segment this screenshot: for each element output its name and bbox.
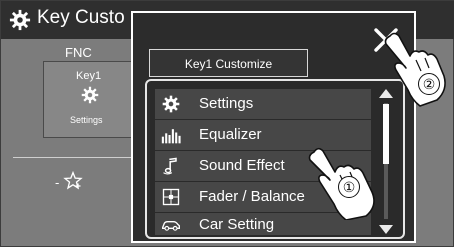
scroll-down-arrow-icon[interactable] [379,225,393,234]
fnc-label: FNC [65,45,92,60]
popup-title: Key1 Customize [149,49,308,77]
tap-hand-icon [384,32,446,107]
favorite-dash: - [55,175,60,190]
item-label: Sound Effect [199,157,285,174]
car-icon [162,221,180,231]
music-note-icon [163,157,177,175]
fader-balance-icon [162,188,180,206]
item-label: Equalizer [199,126,262,143]
item-label: Fader / Balance [199,188,305,205]
item-label: Settings [199,95,254,112]
step-2-badge: ② [418,73,440,95]
equalizer-icon [161,129,181,144]
key1-setting-label: Settings [70,115,103,125]
list-item-settings[interactable]: Settings [155,89,371,119]
page-title: Key Custo [37,7,125,28]
gear-icon [162,95,180,113]
key1-label: Key1 [76,70,102,82]
divider [13,157,136,158]
gear-icon [81,86,99,104]
step-1-badge: ① [338,176,360,198]
gear-icon [9,9,31,31]
item-label: Car Setting [199,216,275,233]
star-add-icon[interactable] [63,171,83,191]
